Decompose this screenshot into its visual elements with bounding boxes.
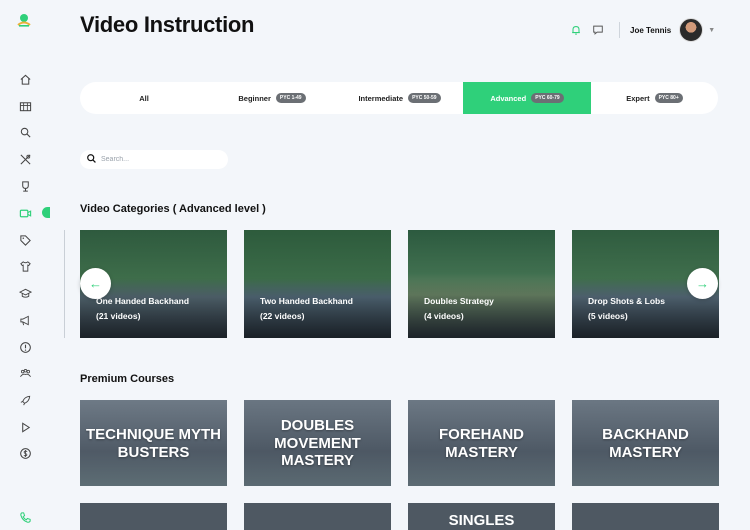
graduation-cap-icon[interactable]: [16, 284, 34, 302]
sidebar: [0, 0, 50, 530]
arrow-left-icon: ←: [89, 276, 102, 291]
tag-icon[interactable]: [16, 231, 34, 249]
course-card[interactable]: SINGLES: [408, 503, 555, 530]
category-name: Two Handed Backhand: [260, 296, 353, 306]
course-title: FOREHAND MASTERY: [408, 426, 555, 461]
course-card[interactable]: [244, 503, 391, 530]
avatar[interactable]: [679, 18, 704, 42]
search-icon[interactable]: [16, 123, 34, 141]
tab-label: Beginner: [238, 93, 271, 103]
level-badge: PYC 50-59: [408, 93, 441, 103]
tab-label: All: [139, 93, 149, 103]
course-title: TECHNIQUE MYTH BUSTERS: [80, 426, 227, 461]
category-name: Drop Shots & Lobs: [588, 296, 665, 306]
tab-intermediate[interactable]: Intermediate PYC 50-59: [336, 82, 463, 114]
trophy-icon[interactable]: [16, 177, 34, 195]
tab-label: Intermediate: [358, 93, 404, 103]
phone-icon[interactable]: [16, 508, 34, 526]
course-card[interactable]: BACKHAND MASTERY: [572, 400, 719, 486]
course-card[interactable]: TECHNIQUE MYTH BUSTERS: [80, 400, 227, 486]
course-title: SINGLES: [448, 512, 515, 529]
category-count: (22 videos): [260, 311, 305, 321]
level-tabs: All Beginner PYC 1-49 Intermediate PYC 50-…: [80, 82, 718, 114]
play-icon[interactable]: [16, 418, 34, 436]
search-input[interactable]: [101, 156, 221, 163]
category-card[interactable]: Doubles Strategy (4 videos): [408, 230, 555, 338]
course-title-line: MASTERY: [445, 443, 518, 461]
course-title-line: BUSTERS: [117, 443, 190, 461]
premium-title: Premium Courses: [80, 373, 175, 385]
course-title-line: MOVEMENT: [274, 434, 361, 452]
help-icon[interactable]: [16, 338, 34, 356]
chevron-down-icon[interactable]: ▼: [708, 27, 715, 34]
category-count: (21 videos): [96, 311, 141, 321]
racket-icon[interactable]: [16, 150, 34, 168]
category-card[interactable]: Two Handed Backhand (22 videos): [244, 230, 391, 338]
course-title-line: BACKHAND: [602, 426, 689, 443]
course-title-line: DOUBLES: [280, 417, 355, 434]
course-title-line: MASTERY: [609, 443, 682, 461]
course-title-line: TECHNIQUE MYTH: [86, 426, 221, 443]
category-label: Doubles Strategy (4 videos): [424, 294, 494, 324]
user-name[interactable]: Joe Tennis: [630, 26, 671, 35]
category-label: Drop Shots & Lobs (5 videos): [588, 294, 665, 324]
page-title: Video Instruction: [80, 12, 255, 37]
level-badge: PYC 80+: [654, 93, 683, 103]
arrow-right-icon: →: [696, 276, 709, 291]
level-badge: PYC 1-49: [275, 93, 306, 103]
tab-all[interactable]: All: [80, 82, 208, 114]
carousel-next-button[interactable]: →: [687, 268, 718, 299]
course-title-line: FOREHAND: [439, 426, 524, 443]
category-count: (4 videos): [424, 311, 464, 321]
category-label: One Handed Backhand (21 videos): [96, 294, 189, 324]
community-icon[interactable]: [16, 364, 34, 382]
course-title-line: MASTERY: [281, 452, 354, 469]
carousel-prev-button[interactable]: ←: [80, 268, 111, 299]
carousel-edge: [64, 230, 65, 338]
tab-expert[interactable]: Expert PYC 80+: [591, 82, 718, 114]
course-card[interactable]: FOREHAND MASTERY: [408, 400, 555, 486]
bell-icon[interactable]: [569, 23, 583, 37]
tab-label: Expert: [626, 93, 650, 103]
header-actions: Joe Tennis ▼: [569, 18, 715, 42]
categories-title: Video Categories ( Advanced level ): [80, 203, 266, 215]
active-indicator: [42, 207, 50, 218]
course-title: BACKHAND MASTERY: [572, 426, 719, 461]
level-badge: PYC 60-79: [531, 93, 564, 103]
course-title: DOUBLES MOVEMENT MASTERY: [244, 417, 391, 470]
home-icon[interactable]: [16, 70, 34, 88]
category-name: Doubles Strategy: [424, 296, 494, 306]
megaphone-icon[interactable]: [16, 311, 34, 329]
app-logo[interactable]: [15, 11, 33, 29]
course-card[interactable]: DOUBLES MOVEMENT MASTERY: [244, 400, 391, 486]
tab-label: Advanced: [490, 93, 527, 103]
shirt-icon[interactable]: [16, 257, 34, 275]
category-name: One Handed Backhand: [96, 296, 190, 306]
dollar-icon[interactable]: [16, 444, 34, 462]
course-card[interactable]: [80, 503, 227, 530]
category-count: (5 videos): [588, 311, 628, 321]
chat-icon[interactable]: [591, 23, 605, 37]
search-box: [80, 150, 228, 169]
rocket-icon[interactable]: [16, 391, 34, 409]
header-divider: [619, 22, 620, 38]
tab-advanced[interactable]: Advanced PYC 60-79: [463, 82, 591, 114]
course-card[interactable]: [572, 503, 719, 530]
video-icon[interactable]: [16, 204, 34, 222]
tab-beginner[interactable]: Beginner PYC 1-49: [208, 82, 336, 114]
search-icon: [86, 151, 97, 169]
calendar-icon[interactable]: [16, 97, 34, 115]
category-label: Two Handed Backhand (22 videos): [260, 294, 353, 324]
